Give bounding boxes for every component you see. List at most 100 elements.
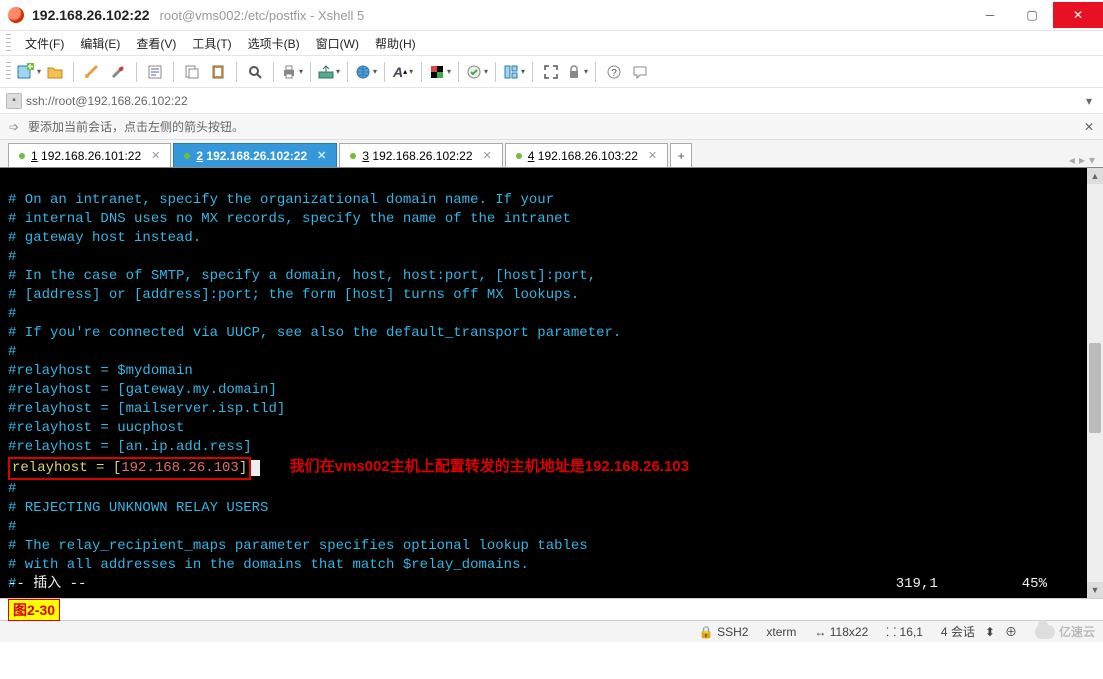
terminal-line: #relayhost = [gateway.my.domain] <box>8 382 277 398</box>
toolbar: ▾ ▾ ▾ ▾ A▴▾ ▾ ▾ ▾ ▾ ? <box>0 56 1103 88</box>
status-protocol: 🔒 SSH2 <box>699 625 749 639</box>
status-sessions: 4 会话 ⬍ ⊕ <box>941 623 1017 640</box>
status-size: ↔ 118x22 <box>814 625 868 639</box>
lock-button[interactable]: ▾ <box>565 60 589 84</box>
new-session-button[interactable]: ▾ <box>17 60 41 84</box>
copy-button[interactable] <box>180 60 204 84</box>
tab-scroll-right-icon[interactable]: ▸ <box>1079 153 1085 167</box>
terminal-line: #relayhost = $mydomain <box>8 363 193 379</box>
layout-button[interactable]: ▾ <box>502 60 526 84</box>
svg-text:?: ? <box>611 68 617 79</box>
menu-window[interactable]: 窗口(W) <box>308 33 367 54</box>
terminal-line: # In the case of SMTP, specify a domain,… <box>8 268 596 284</box>
terminal-line: # If you're connected via UUCP, see also… <box>8 325 621 341</box>
vim-position: 319,1 <box>896 576 938 592</box>
menu-file[interactable]: 文件(F) <box>17 33 72 54</box>
terminal-line: # with all addresses in the domains that… <box>8 557 529 573</box>
app-icon <box>8 7 24 23</box>
grip-icon <box>6 62 11 82</box>
color-scheme-button[interactable]: ▾ <box>428 60 452 84</box>
scroll-up-icon[interactable]: ▲ <box>1087 168 1103 184</box>
scroll-down-icon[interactable]: ▼ <box>1087 582 1103 598</box>
terminal-line: # The relay_recipient_maps parameter spe… <box>8 538 588 554</box>
hint-bar: ➩ 要添加当前会话，点击左侧的箭头按钮。 ✕ <box>0 114 1103 140</box>
terminal-line: # <box>8 481 16 497</box>
window-titlebar: 192.168.26.102:22 root@vms002:/etc/postf… <box>0 0 1103 30</box>
tab-session-4[interactable]: 4 192.168.26.103:22 ✕ <box>505 143 668 167</box>
close-button[interactable]: ✕ <box>1053 2 1103 28</box>
terminal-line: # [address] or [address]:port; the form … <box>8 287 579 303</box>
cloud-icon <box>1035 625 1055 639</box>
terminal-view[interactable]: # On an intranet, specify the organizati… <box>0 168 1087 598</box>
terminal-line: # <box>8 519 16 535</box>
transfer-button[interactable]: ▾ <box>317 60 341 84</box>
hint-close-icon[interactable]: ✕ <box>1081 120 1097 134</box>
title-path: root@vms002:/etc/postfix - Xshell 5 <box>160 8 365 23</box>
globe-button[interactable]: ▾ <box>354 60 378 84</box>
script-button[interactable]: ▾ <box>465 60 489 84</box>
status-dot-icon <box>350 153 356 159</box>
terminal-line: # <box>8 344 16 360</box>
tab-close-icon[interactable]: ✕ <box>317 149 326 162</box>
annotation-text: 我们在vms002主机上配置转发的主机地址是192.168.26.103 <box>290 458 689 475</box>
tab-session-1[interactable]: 1 192.168.26.101:22 ✕ <box>8 143 171 167</box>
vim-mode: -- 插入 -- <box>8 576 86 592</box>
font-button[interactable]: A▴▾ <box>391 60 415 84</box>
find-button[interactable] <box>243 60 267 84</box>
hint-arrow-icon[interactable]: ➩ <box>6 119 22 135</box>
reconnect-button[interactable] <box>80 60 104 84</box>
figure-caption: 图2-30 <box>8 599 60 621</box>
terminal-cursor <box>251 460 259 476</box>
relayhost-highlight: relayhost = [192.168.26.103] <box>8 457 251 480</box>
title-ip: 192.168.26.102:22 <box>32 7 150 23</box>
tab-close-icon[interactable]: ✕ <box>151 149 160 162</box>
address-url[interactable]: ssh://root@192.168.26.102:22 <box>26 94 1081 108</box>
maximize-button[interactable]: ▢ <box>1011 2 1053 28</box>
tab-session-2[interactable]: 2 192.168.26.102:22 ✕ <box>173 143 337 167</box>
address-dropdown[interactable]: ▾ <box>1081 94 1097 108</box>
tab-bar: 1 192.168.26.101:22 ✕ 2 192.168.26.102:2… <box>0 140 1103 168</box>
terminal-line: # <box>8 249 16 265</box>
menu-edit[interactable]: 编辑(E) <box>72 33 128 54</box>
terminal-line: # gateway host instead. <box>8 230 201 246</box>
terminal-line: #relayhost = uucphost <box>8 420 184 436</box>
menu-tools[interactable]: 工具(T) <box>184 33 239 54</box>
status-term-type: xterm <box>766 625 796 639</box>
tab-close-icon[interactable]: ✕ <box>483 149 492 162</box>
grip-icon <box>6 34 11 52</box>
menu-tabs[interactable]: 选项卡(B) <box>240 33 308 54</box>
paste-button[interactable] <box>206 60 230 84</box>
status-dot-icon <box>19 153 25 159</box>
open-session-button[interactable] <box>43 60 67 84</box>
properties-button[interactable] <box>143 60 167 84</box>
scrollbar[interactable]: ▲ ▼ <box>1087 168 1103 598</box>
print-button[interactable]: ▾ <box>280 60 304 84</box>
status-cursor: ⸬ 16,1 <box>886 623 923 640</box>
fullscreen-button[interactable] <box>539 60 563 84</box>
terminal-line: # On an intranet, specify the organizati… <box>8 192 554 208</box>
watermark-brand: 亿速云 <box>1035 623 1095 640</box>
menu-help[interactable]: 帮助(H) <box>367 33 424 54</box>
menu-bar: 文件(F) 编辑(E) 查看(V) 工具(T) 选项卡(B) 窗口(W) 帮助(… <box>0 30 1103 56</box>
tab-session-3[interactable]: 3 192.168.26.102:22 ✕ <box>339 143 502 167</box>
terminal-line: #relayhost = [mailserver.isp.tld] <box>8 401 285 417</box>
terminal-line: #relayhost = [an.ip.add.ress] <box>8 439 252 455</box>
help-button[interactable]: ? <box>602 60 626 84</box>
terminal-line: # <box>8 306 16 322</box>
tab-add-button[interactable]: + <box>670 143 692 167</box>
minimize-button[interactable]: ─ <box>969 2 1011 28</box>
scroll-thumb[interactable] <box>1089 343 1101 433</box>
session-icon: ▪ <box>6 93 22 109</box>
status-dot-icon <box>516 153 522 159</box>
vim-percent: 45% <box>1022 576 1047 592</box>
tab-close-icon[interactable]: ✕ <box>648 149 657 162</box>
menu-view[interactable]: 查看(V) <box>128 33 184 54</box>
feedback-button[interactable] <box>628 60 652 84</box>
address-bar: ▪ ssh://root@192.168.26.102:22 ▾ <box>0 88 1103 114</box>
hint-text: 要添加当前会话，点击左侧的箭头按钮。 <box>28 118 244 135</box>
disconnect-button[interactable] <box>106 60 130 84</box>
terminal-line: # REJECTING UNKNOWN RELAY USERS <box>8 500 268 516</box>
tab-scroll-left-icon[interactable]: ◂ <box>1069 153 1075 167</box>
figure-caption-bar: 图2-30 <box>0 598 1103 620</box>
tab-menu-icon[interactable]: ▾ <box>1089 153 1095 167</box>
